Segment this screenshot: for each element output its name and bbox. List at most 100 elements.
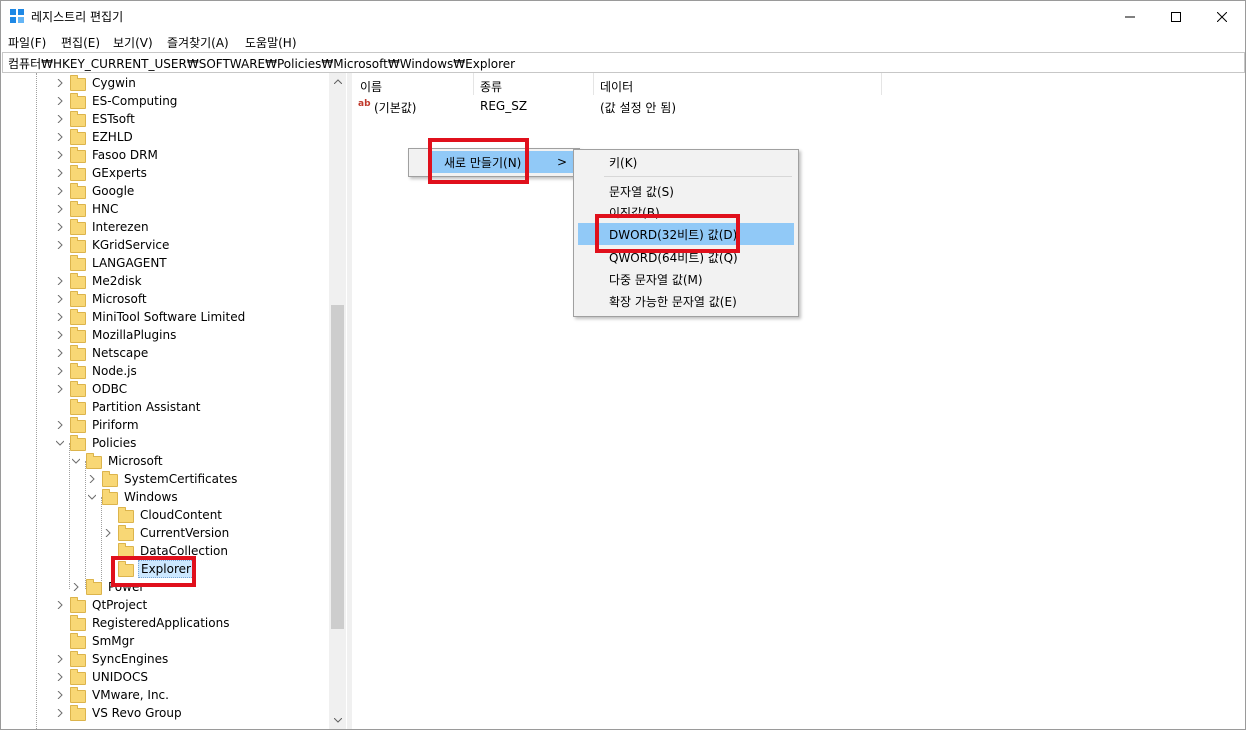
title-bar[interactable]: 레지스트리 편집기 <box>1 1 1245 32</box>
tree-item[interactable]: Cygwin <box>54 74 138 92</box>
submenu-qword-value[interactable]: QWORD(64비트) 값(Q) <box>578 246 794 268</box>
value-type: REG_SZ <box>480 99 528 113</box>
chevron-right-icon[interactable] <box>54 110 66 128</box>
chevron-right-icon[interactable] <box>86 470 98 488</box>
tree-item[interactable]: Piriform <box>54 416 141 434</box>
tree-item[interactable]: ESTsoft <box>54 110 137 128</box>
submenu-dword-label: DWORD(32비트) 값(D) <box>609 227 738 242</box>
tree-item[interactable]: VMware, Inc. <box>54 686 171 704</box>
chevron-right-icon[interactable] <box>54 416 66 434</box>
chevron-right-icon[interactable] <box>54 236 66 254</box>
submenu-dword-value[interactable]: DWORD(32비트) 값(D) <box>578 223 794 245</box>
tree-item-label: HNC <box>92 202 119 216</box>
tree-scrollbar[interactable] <box>329 73 346 729</box>
column-divider[interactable] <box>881 73 882 95</box>
column-divider[interactable] <box>593 73 594 95</box>
tree-item[interactable]: DataCollection <box>102 542 230 560</box>
tree-item[interactable]: Microsoft <box>54 290 149 308</box>
tree-item[interactable]: VS Revo Group <box>54 704 184 722</box>
tree-item[interactable]: ES-Computing <box>54 92 179 110</box>
chevron-right-icon[interactable] <box>54 182 66 200</box>
chevron-right-icon[interactable] <box>54 686 66 704</box>
tree-item[interactable]: GExperts <box>54 164 149 182</box>
tree-item[interactable]: SyncEngines <box>54 650 170 668</box>
chevron-right-icon[interactable] <box>54 128 66 146</box>
tree-item[interactable]: EZHLD <box>54 128 135 146</box>
chevron-right-icon[interactable] <box>102 524 114 542</box>
column-name-header[interactable]: 이름 <box>360 78 382 95</box>
scroll-down-button[interactable] <box>329 712 346 729</box>
chevron-right-icon[interactable] <box>54 704 66 722</box>
chevron-right-icon[interactable] <box>54 650 66 668</box>
tree-item[interactable]: Power <box>70 578 146 596</box>
tree-item[interactable]: Google <box>54 182 136 200</box>
key-tree-pane[interactable]: Cygwin ES-Computing ESTsoft EZHLD Fasoo DRM G… <box>2 73 346 729</box>
value-row[interactable]: ab (기본값) REG_SZ (값 설정 안 됨) <box>353 97 883 115</box>
tree-item[interactable]: UNIDOCS <box>54 668 150 686</box>
submenu-binary-value[interactable]: 이진값(B) <box>578 201 794 223</box>
maximize-button[interactable] <box>1153 1 1199 32</box>
tree-item[interactable]: CloudContent <box>102 506 224 524</box>
tree-item[interactable]: ODBC <box>54 380 129 398</box>
chevron-right-icon[interactable] <box>54 146 66 164</box>
menu-file[interactable]: 파일(F) <box>8 34 46 51</box>
chevron-down-icon[interactable] <box>86 488 98 506</box>
menu-new[interactable]: 새로 만들기(N) > <box>429 151 575 173</box>
chevron-right-icon[interactable] <box>54 200 66 218</box>
tree-item[interactable]: RegisteredApplications <box>54 614 231 632</box>
scroll-thumb[interactable] <box>331 305 344 629</box>
minimize-button[interactable] <box>1107 1 1153 32</box>
tree-item[interactable]: Microsoft <box>70 452 165 470</box>
tree-item[interactable]: SystemCertificates <box>86 470 239 488</box>
chevron-down-icon[interactable] <box>70 452 82 470</box>
chevron-right-icon[interactable] <box>54 218 66 236</box>
tree-item[interactable]: Fasoo DRM <box>54 146 160 164</box>
tree-item[interactable]: Me2disk <box>54 272 144 290</box>
tree-item[interactable]: Explorer <box>102 560 194 578</box>
chevron-right-icon[interactable] <box>70 578 82 596</box>
tree-item[interactable]: LANGAGENT <box>54 254 169 272</box>
column-type-header[interactable]: 종류 <box>480 78 502 95</box>
chevron-right-icon[interactable] <box>54 326 66 344</box>
column-data-header[interactable]: 데이터 <box>600 78 633 95</box>
tree-item[interactable]: Netscape <box>54 344 150 362</box>
chevron-down-icon[interactable] <box>54 434 66 452</box>
tree-item[interactable]: MozillaPlugins <box>54 326 178 344</box>
chevron-right-icon[interactable] <box>54 308 66 326</box>
submenu-string-value[interactable]: 문자열 값(S) <box>578 180 794 202</box>
menu-edit[interactable]: 편집(E) <box>61 34 100 51</box>
address-path[interactable]: 컴퓨터₩HKEY_CURRENT_USER₩SOFTWARE₩Policies₩… <box>8 55 515 72</box>
chevron-right-icon[interactable] <box>54 74 66 92</box>
tree-item[interactable]: KGridService <box>54 236 171 254</box>
tree-item[interactable]: QtProject <box>54 596 149 614</box>
chevron-right-icon[interactable] <box>54 272 66 290</box>
pane-splitter[interactable] <box>347 73 352 729</box>
menu-help[interactable]: 도움말(H) <box>245 34 297 51</box>
tree-item[interactable]: Node.js <box>54 362 139 380</box>
column-divider[interactable] <box>473 73 474 95</box>
chevron-right-icon[interactable] <box>54 596 66 614</box>
chevron-right-icon[interactable] <box>54 668 66 686</box>
menu-view[interactable]: 보기(V) <box>113 34 153 51</box>
address-bar[interactable]: 컴퓨터₩HKEY_CURRENT_USER₩SOFTWARE₩Policies₩… <box>2 52 1245 73</box>
tree-item[interactable]: Policies <box>54 434 138 452</box>
chevron-right-icon[interactable] <box>54 344 66 362</box>
tree-item[interactable]: HNC <box>54 200 120 218</box>
tree-item[interactable]: Windows <box>86 488 180 506</box>
submenu-expandable-string-value[interactable]: 확장 가능한 문자열 값(E) <box>578 290 794 312</box>
submenu-multistring-value[interactable]: 다중 문자열 값(M) <box>578 268 794 290</box>
chevron-right-icon[interactable] <box>54 92 66 110</box>
scroll-up-button[interactable] <box>329 73 346 90</box>
chevron-right-icon[interactable] <box>54 290 66 308</box>
chevron-right-icon[interactable] <box>54 164 66 182</box>
tree-item[interactable]: CurrentVersion <box>102 524 231 542</box>
close-button[interactable] <box>1199 1 1245 32</box>
menu-favorites[interactable]: 즐겨찾기(A) <box>167 34 229 51</box>
tree-item[interactable]: SmMgr <box>54 632 136 650</box>
chevron-right-icon[interactable] <box>54 362 66 380</box>
tree-item[interactable]: MiniTool Software Limited <box>54 308 247 326</box>
chevron-right-icon[interactable] <box>54 380 66 398</box>
tree-item[interactable]: Partition Assistant <box>54 398 203 416</box>
submenu-key[interactable]: 키(K) <box>578 151 794 173</box>
tree-item[interactable]: Interezen <box>54 218 151 236</box>
